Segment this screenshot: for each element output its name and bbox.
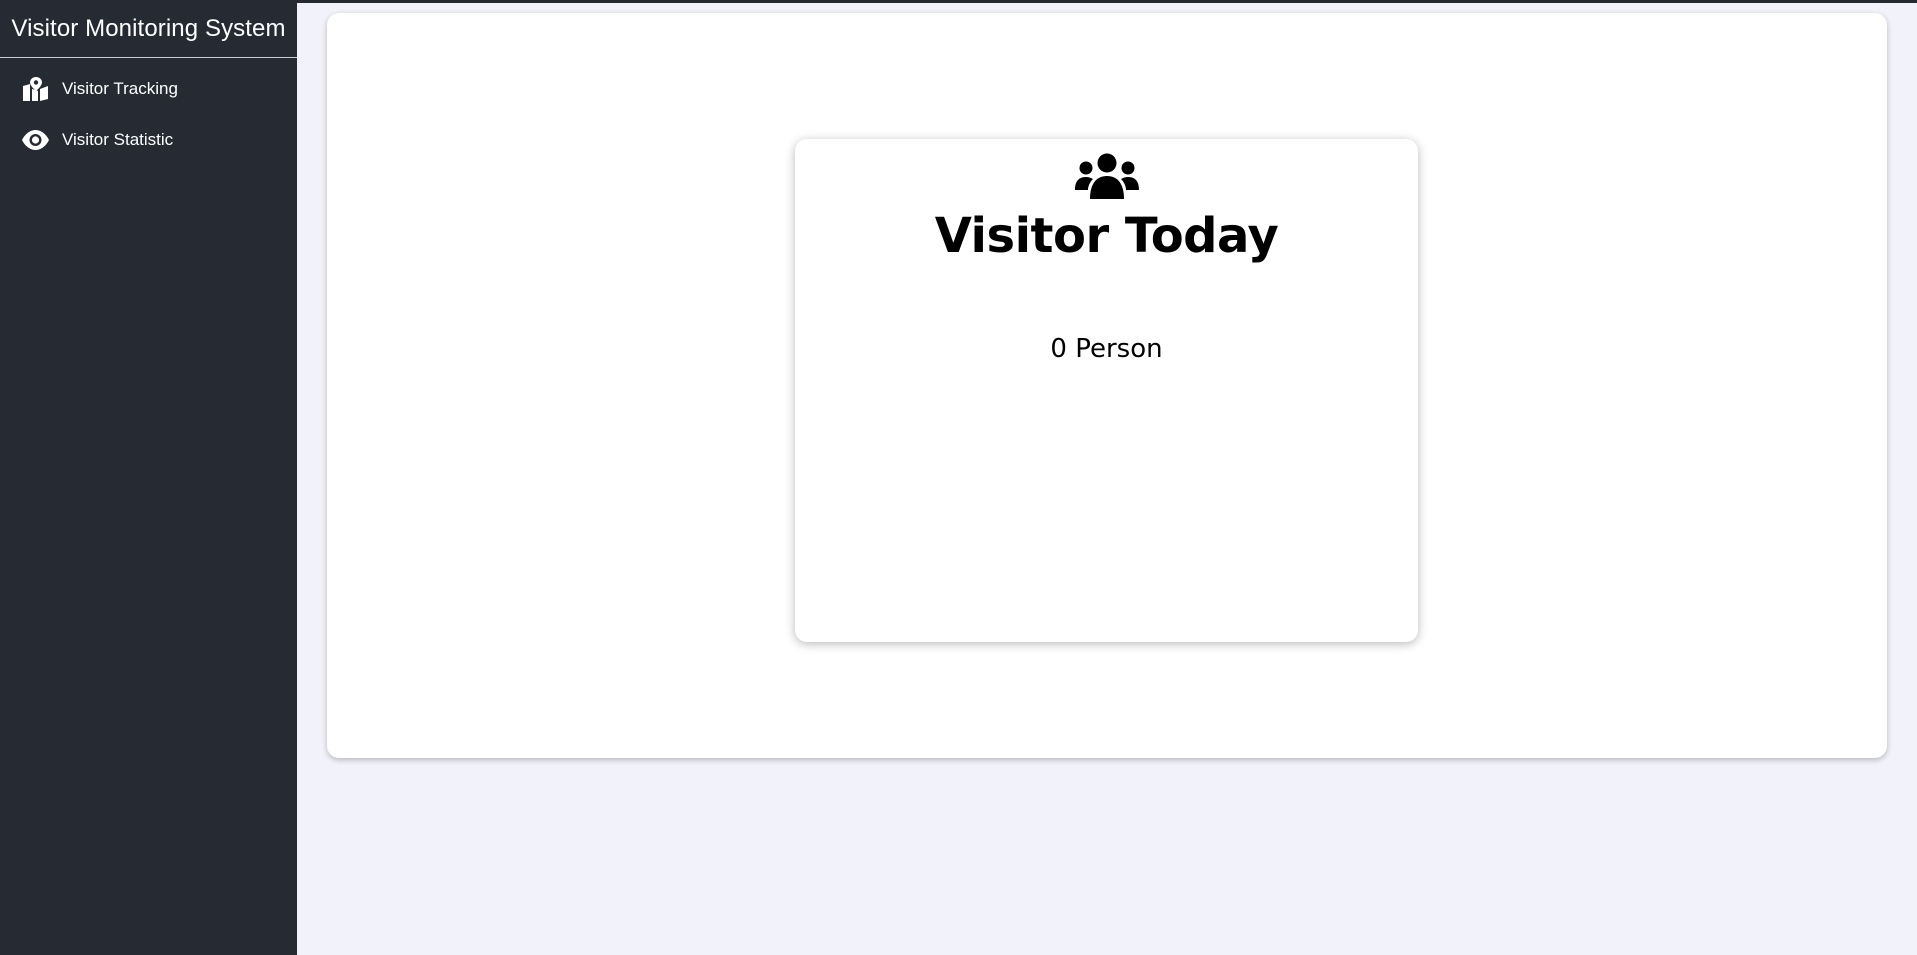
sidebar-item-label: Visitor Statistic	[62, 130, 174, 149]
visitor-today-card: Visitor Today 0 Person	[795, 139, 1418, 642]
users-icon	[795, 153, 1418, 199]
sidebar-nav: Visitor Tracking Visitor Statistic	[0, 58, 297, 155]
visitor-count: 0 Person	[1050, 334, 1163, 364]
sidebar: Visitor Monitoring System Visitor Tracki…	[0, 0, 297, 955]
map-location-icon	[21, 76, 50, 102]
sidebar-item-label: Visitor Tracking	[62, 79, 178, 98]
card-title: Visitor Today	[934, 208, 1279, 264]
sidebar-item-visitor-tracking[interactable]: Visitor Tracking	[0, 74, 297, 104]
sidebar-item-visitor-statistic[interactable]: Visitor Statistic	[0, 125, 297, 155]
eye-icon	[21, 127, 50, 153]
app-title: Visitor Monitoring System	[0, 0, 297, 58]
